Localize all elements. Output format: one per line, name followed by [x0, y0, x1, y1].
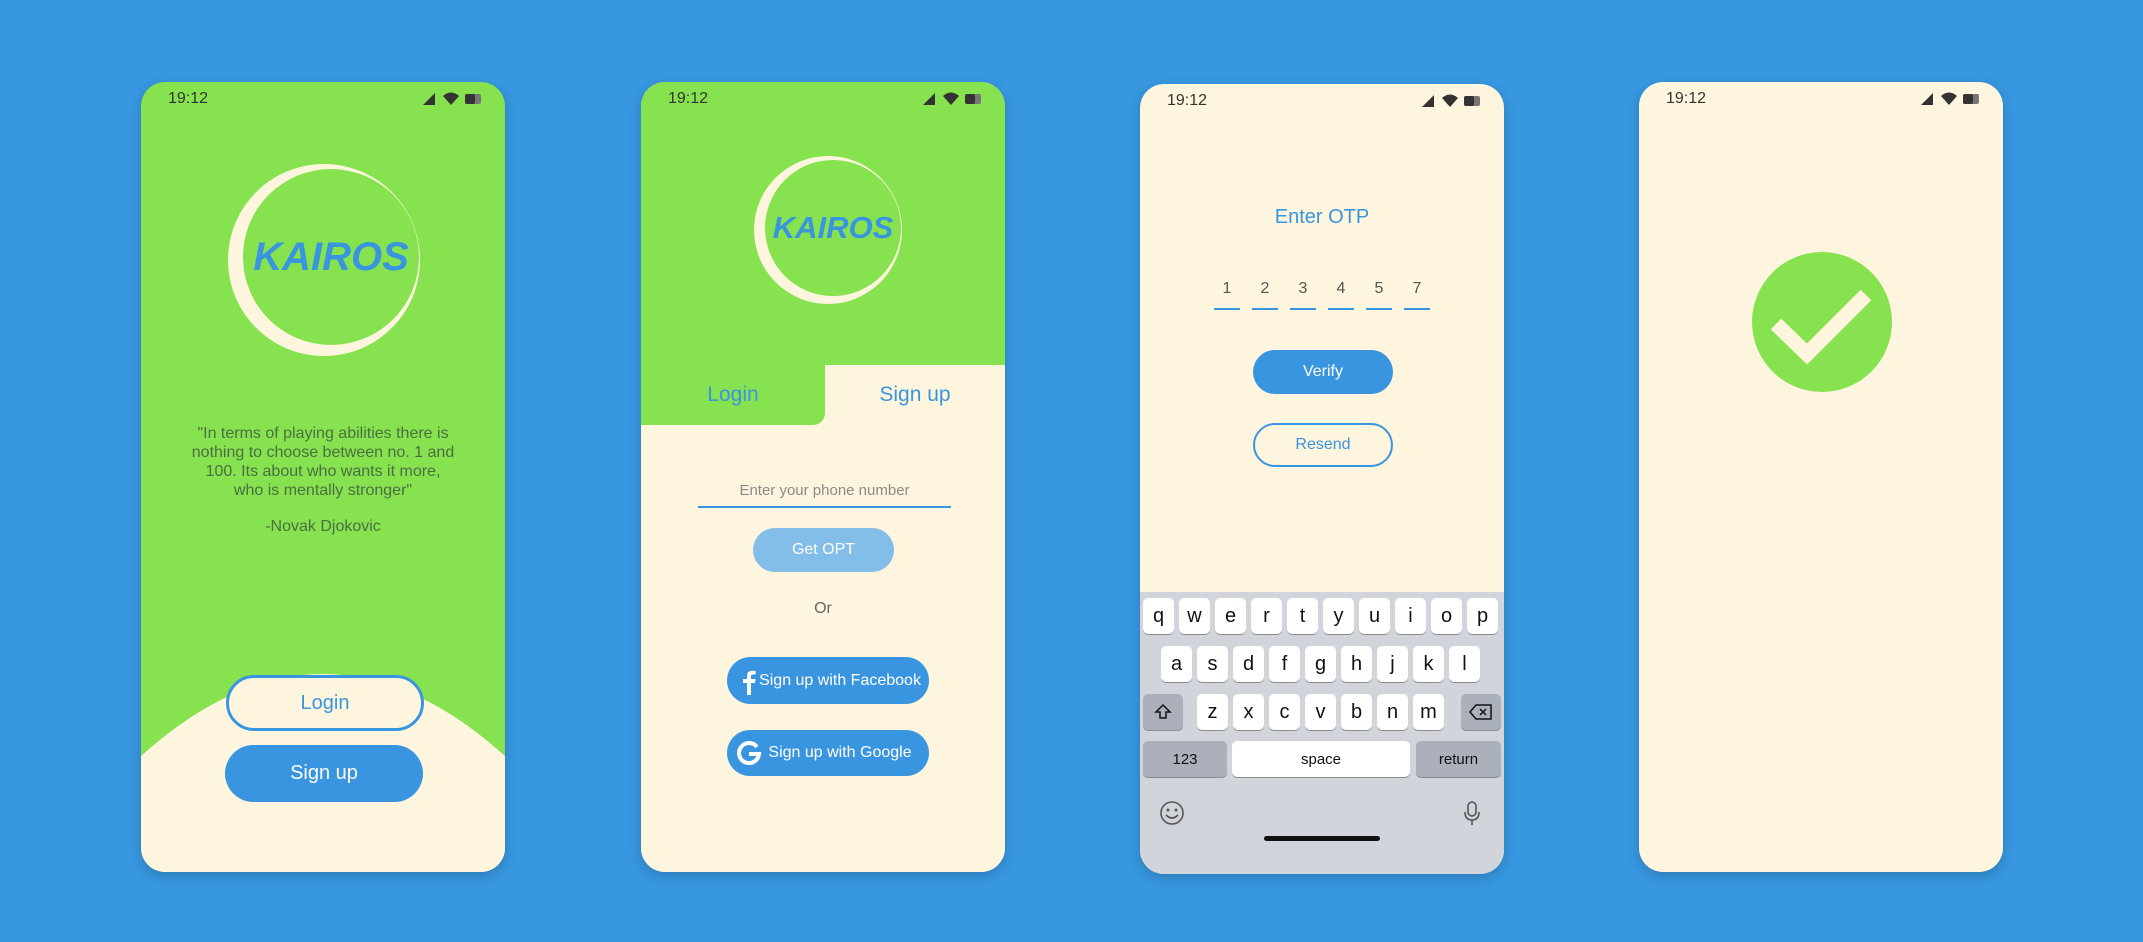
facebook-signup-label: Sign up with Facebook — [759, 671, 921, 689]
google-signup-label: Sign up with Google — [768, 744, 912, 761]
return-key[interactable]: return — [1416, 741, 1501, 777]
otp-title: Enter OTP — [1274, 206, 1370, 228]
signal-icon — [423, 93, 435, 105]
otp-digit-input[interactable]: 2 — [1252, 280, 1278, 310]
home-indicator — [1264, 836, 1380, 841]
key-j[interactable]: j — [1377, 646, 1408, 682]
key-s[interactable]: s — [1197, 646, 1228, 682]
shift-key[interactable] — [1143, 694, 1183, 730]
success-screen: 19:12 — [1639, 82, 2003, 872]
status-bar: 19:12 — [1639, 82, 2003, 118]
kairos-logo: KAIROS — [754, 156, 902, 304]
logo-text: KAIROS — [253, 235, 409, 279]
verify-button[interactable]: Verify — [1253, 350, 1393, 394]
key-y[interactable]: y — [1323, 598, 1354, 634]
key-a[interactable]: a — [1161, 646, 1192, 682]
otp-digit-input[interactable]: 3 — [1290, 280, 1316, 310]
signal-icon — [923, 93, 935, 105]
status-icons — [1422, 94, 1480, 107]
microphone-icon[interactable] — [1458, 799, 1486, 827]
key-m[interactable]: m — [1413, 694, 1444, 730]
key-h[interactable]: h — [1341, 646, 1372, 682]
status-icons — [1921, 92, 1979, 105]
facebook-signup-button[interactable]: Sign up with Facebook — [727, 657, 929, 704]
google-icon — [737, 741, 762, 766]
key-z[interactable]: z — [1197, 694, 1228, 730]
signup-screen: 19:12 KAIROS Login Sign up Get OPT Or Si… — [641, 82, 1005, 872]
signal-icon — [1422, 95, 1434, 107]
status-bar: 19:12 — [641, 82, 1005, 118]
status-bar: 19:12 — [141, 82, 505, 118]
signal-icon — [1921, 93, 1933, 105]
on-screen-keyboard: q w e r t y u i o p a s d f g h j k l z … — [1140, 592, 1504, 874]
tab-signup[interactable]: Sign up — [825, 365, 1005, 425]
phone-number-input[interactable] — [698, 474, 951, 508]
status-time: 19:12 — [1666, 90, 1707, 107]
quote-author: -Novak Djokovic — [265, 518, 381, 535]
otp-digit-input[interactable]: 5 — [1366, 280, 1392, 310]
get-otp-button[interactable]: Get OPT — [753, 528, 894, 572]
key-k[interactable]: k — [1413, 646, 1444, 682]
wifi-icon — [1442, 94, 1458, 107]
key-e[interactable]: e — [1215, 598, 1246, 634]
logo-text: KAIROS — [773, 210, 894, 245]
key-f[interactable]: f — [1269, 646, 1300, 682]
kairos-logo: KAIROS — [228, 164, 420, 356]
key-o[interactable]: o — [1431, 598, 1462, 634]
key-p[interactable]: p — [1467, 598, 1498, 634]
shift-icon — [1154, 703, 1172, 719]
status-bar: 19:12 — [1140, 84, 1504, 120]
checkmark-icon — [1752, 252, 1892, 392]
status-time: 19:12 — [168, 90, 209, 107]
backspace-icon — [1469, 704, 1492, 720]
signup-button[interactable]: Sign up — [225, 745, 423, 802]
backspace-key[interactable] — [1461, 694, 1501, 730]
key-t[interactable]: t — [1287, 598, 1318, 634]
tab-login[interactable]: Login — [641, 365, 825, 425]
numbers-key[interactable]: 123 — [1143, 741, 1227, 777]
wifi-icon — [443, 92, 459, 105]
otp-digit-input[interactable]: 1 — [1214, 280, 1240, 310]
facebook-icon — [743, 670, 756, 695]
wifi-icon — [1941, 92, 1957, 105]
status-icons — [923, 92, 981, 105]
key-l[interactable]: l — [1449, 646, 1480, 682]
otp-digit-input[interactable]: 7 — [1404, 280, 1430, 310]
key-g[interactable]: g — [1305, 646, 1336, 682]
key-q[interactable]: q — [1143, 598, 1174, 634]
key-v[interactable]: v — [1305, 694, 1336, 730]
welcome-screen: 19:12 KAIROS "In terms of playing abilit… — [141, 82, 505, 872]
key-n[interactable]: n — [1377, 694, 1408, 730]
quote-text: "In terms of playing abilities there is … — [191, 425, 455, 499]
wifi-icon — [943, 92, 959, 105]
key-w[interactable]: w — [1179, 598, 1210, 634]
otp-digit-input[interactable]: 4 — [1328, 280, 1354, 310]
space-key[interactable]: space — [1232, 741, 1410, 777]
key-c[interactable]: c — [1269, 694, 1300, 730]
key-x[interactable]: x — [1233, 694, 1264, 730]
status-icons — [423, 92, 481, 105]
otp-screen: 19:12 Enter OTP 1 2 3 4 5 7 Verify Resen… — [1140, 84, 1504, 874]
status-time: 19:12 — [668, 90, 709, 107]
key-u[interactable]: u — [1359, 598, 1390, 634]
or-divider: Or — [814, 600, 832, 617]
google-signup-button[interactable]: Sign up with Google — [727, 730, 929, 776]
key-b[interactable]: b — [1341, 694, 1372, 730]
key-i[interactable]: i — [1395, 598, 1426, 634]
key-d[interactable]: d — [1233, 646, 1264, 682]
resend-button[interactable]: Resend — [1253, 423, 1393, 467]
login-button[interactable]: Login — [226, 675, 424, 731]
emoji-icon[interactable] — [1158, 799, 1186, 827]
key-r[interactable]: r — [1251, 598, 1282, 634]
status-time: 19:12 — [1167, 92, 1208, 109]
